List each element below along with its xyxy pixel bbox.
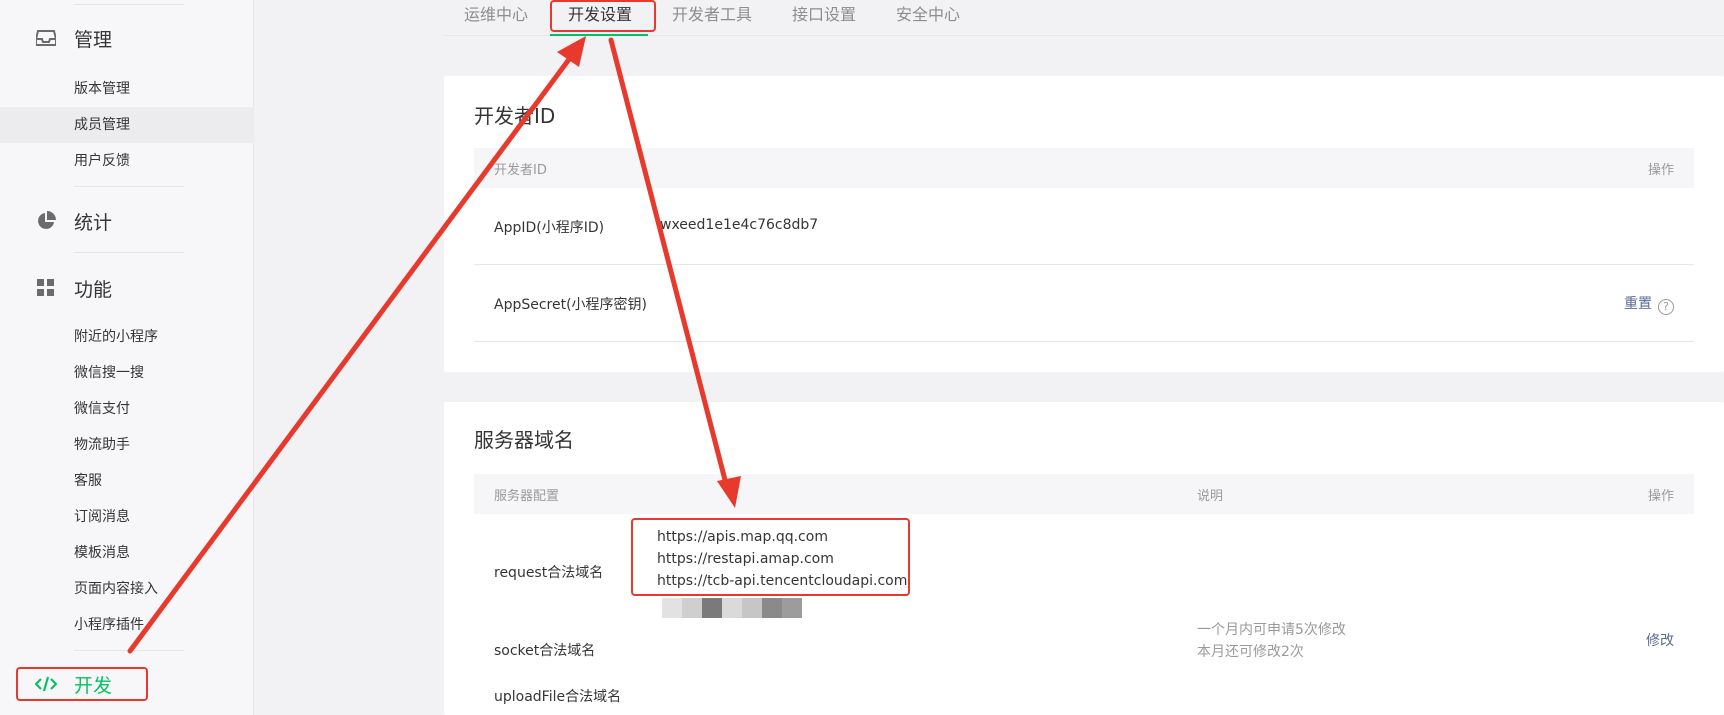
table-header: 开发者ID 操作 xyxy=(474,148,1694,188)
modify-limit-text: 一个月内可申请5次修改 xyxy=(1197,622,1346,638)
divider xyxy=(74,186,184,187)
column-header-ops: 操作 xyxy=(1647,163,1674,178)
tab-security-center[interactable]: 安全中心 xyxy=(896,3,960,27)
modify-link[interactable]: 修改 xyxy=(1646,630,1674,650)
card-title: 服务器域名 xyxy=(474,428,574,452)
modify-remaining-text: 本月还可修改2次 xyxy=(1197,644,1304,660)
pie-chart-icon xyxy=(35,210,57,232)
row-divider xyxy=(474,341,1694,342)
divider xyxy=(74,252,184,253)
tab-dev-tools[interactable]: 开发者工具 xyxy=(672,3,752,27)
column-header-desc: 说明 xyxy=(1197,489,1224,504)
sidebar-group-label: 管理 xyxy=(74,28,113,51)
reset-action: 重置? xyxy=(1624,293,1674,315)
help-icon[interactable]: ? xyxy=(1658,298,1674,315)
sidebar-item-plugins[interactable]: 小程序插件 xyxy=(74,614,144,636)
sidebar-group-label: 功能 xyxy=(74,278,113,301)
sidebar-item-pay[interactable]: 微信支付 xyxy=(74,398,130,420)
sidebar-group-features[interactable]: 功能 xyxy=(35,275,112,301)
grid-icon xyxy=(35,277,57,299)
tab-api-settings[interactable]: 接口设置 xyxy=(792,3,856,27)
sidebar-item-members[interactable]: 成员管理 xyxy=(74,114,130,136)
row-divider xyxy=(474,264,1694,265)
sidebar-group-stats[interactable]: 统计 xyxy=(35,208,112,234)
column-header-config: 服务器配置 xyxy=(494,489,560,504)
arrow-head xyxy=(557,36,586,67)
appid-value: wxeed1e1e4c76c8db7 xyxy=(660,217,819,233)
developer-id-card: 开发者ID 开发者ID 操作 AppID(小程序ID) wxeed1e1e4c7… xyxy=(444,76,1724,372)
tab-ops-center[interactable]: 运维中心 xyxy=(464,3,528,27)
highlight-dev-menu xyxy=(16,667,148,701)
column-header: 开发者ID xyxy=(494,163,547,178)
highlight-request-domains xyxy=(631,518,910,596)
sidebar-group-manage[interactable]: 管理 xyxy=(35,25,112,51)
upload-domain-label: uploadFile合法域名 xyxy=(494,689,622,705)
column-header-ops: 操作 xyxy=(1647,489,1674,504)
sidebar-item-customer-service[interactable]: 客服 xyxy=(74,470,102,492)
sidebar-item-feedback[interactable]: 用户反馈 xyxy=(74,150,130,172)
sidebar-item-logistics[interactable]: 物流助手 xyxy=(74,434,130,456)
divider xyxy=(74,650,184,651)
screen: 管理 版本管理 成员管理 用户反馈 统计 功能 附近的小程序 微信搜一搜 微信支… xyxy=(0,0,1724,715)
sidebar-item-search[interactable]: 微信搜一搜 xyxy=(74,362,144,384)
divider xyxy=(74,4,184,5)
card-title: 开发者ID xyxy=(474,104,556,128)
request-domain-label: request合法域名 xyxy=(494,565,604,581)
sidebar: 管理 版本管理 成员管理 用户反馈 统计 功能 附近的小程序 微信搜一搜 微信支… xyxy=(0,0,254,715)
socket-domain-label: socket合法域名 xyxy=(494,643,596,659)
sidebar-item-subscribe[interactable]: 订阅消息 xyxy=(74,506,130,528)
sidebar-item-nearby[interactable]: 附近的小程序 xyxy=(74,326,158,348)
highlight-dev-settings-tab xyxy=(550,0,656,32)
sidebar-group-label: 统计 xyxy=(74,211,113,234)
sidebar-item-template[interactable]: 模板消息 xyxy=(74,542,130,564)
sidebar-item-version[interactable]: 版本管理 xyxy=(74,78,130,100)
active-tab-underline xyxy=(550,34,648,36)
appid-label: AppID(小程序ID) xyxy=(494,220,605,236)
table-header: 服务器配置 说明 操作 xyxy=(474,474,1694,514)
appsecret-label: AppSecret(小程序密钥) xyxy=(494,297,648,313)
reset-link[interactable]: 重置 xyxy=(1624,296,1652,312)
sidebar-item-page-content[interactable]: 页面内容接入 xyxy=(74,578,158,600)
inbox-icon xyxy=(35,27,57,49)
